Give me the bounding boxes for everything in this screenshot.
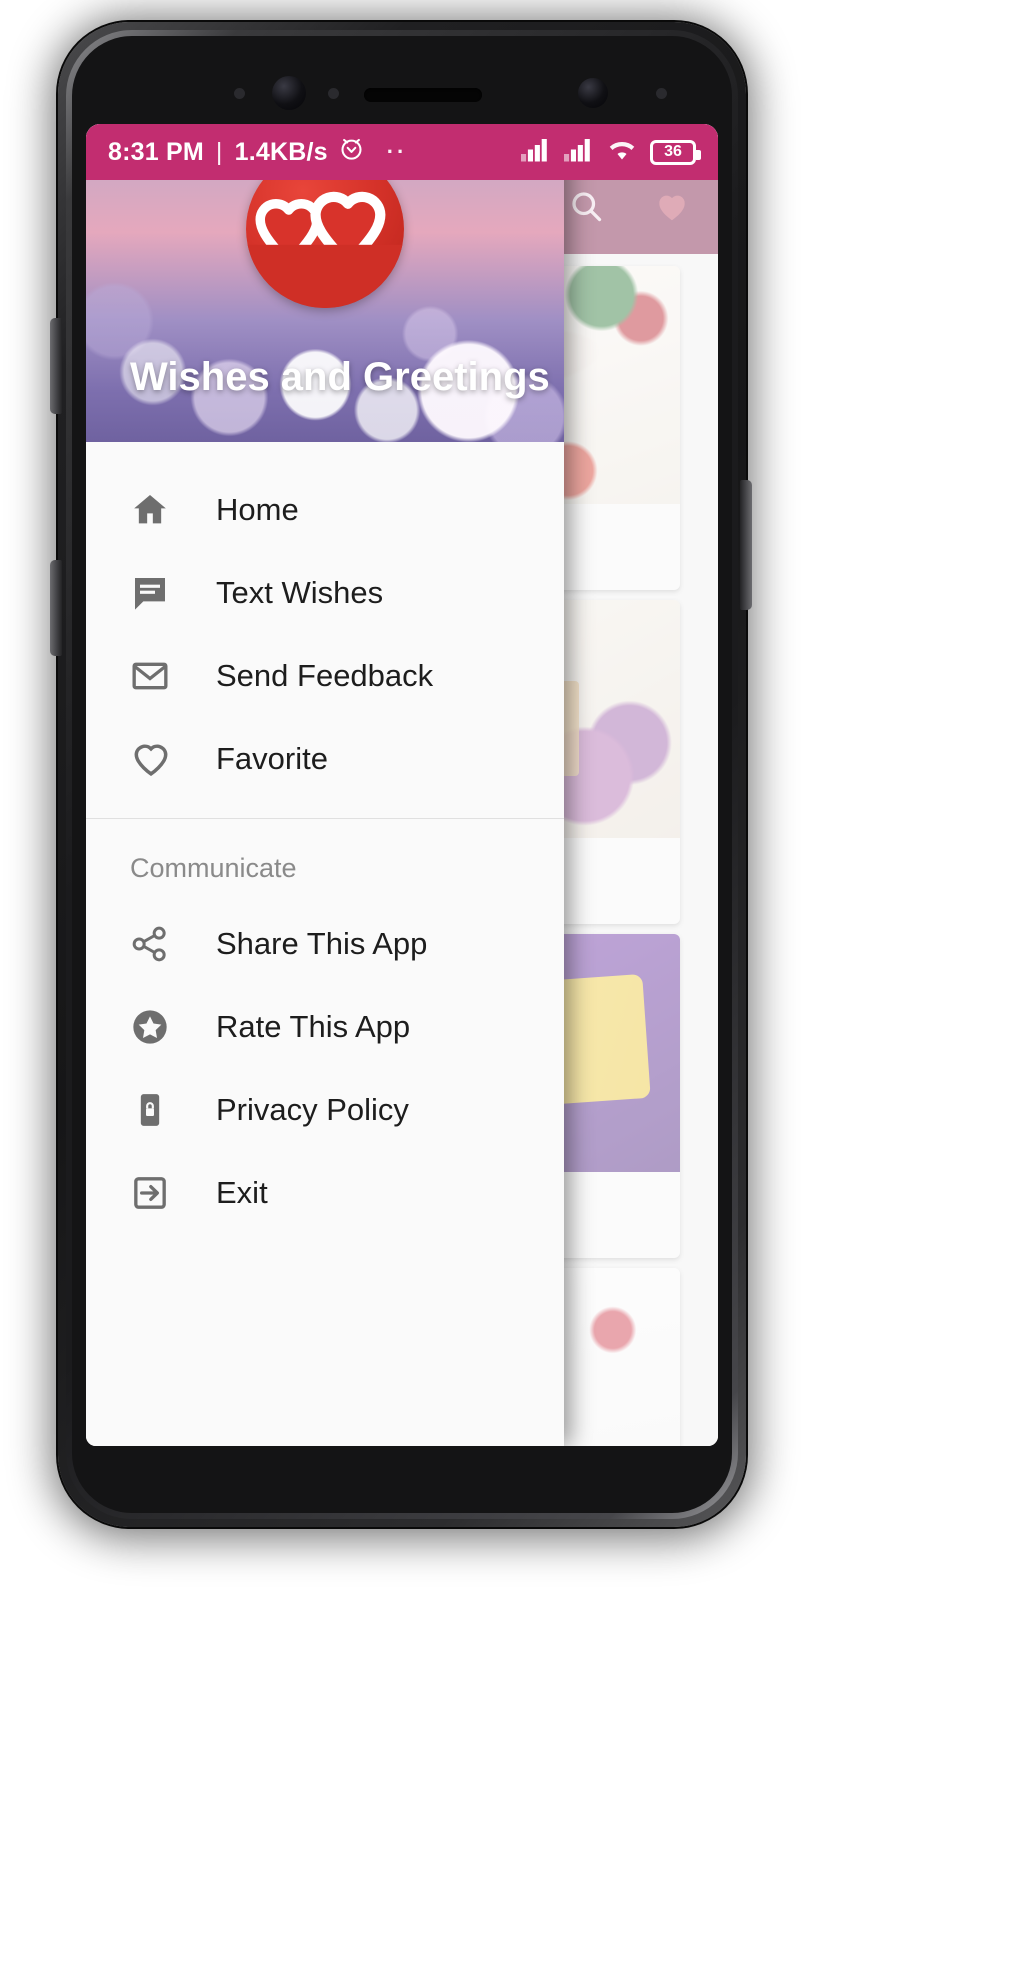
proximity-sensor-icon [234, 88, 245, 99]
share-nodes-icon [130, 924, 176, 964]
menu-section-label: Communicate [130, 853, 297, 883]
drawer-menu: Home Text Wishes Send Feedback Favorite … [86, 442, 564, 1446]
envelope-icon [130, 656, 176, 696]
ir-sensor-icon [656, 88, 667, 99]
status-bar-left: 8:31 PM | 1.4KB/s ·· [108, 135, 407, 169]
earpiece-speaker [364, 88, 482, 102]
menu-item-share-this-app[interactable]: Share This App [86, 902, 564, 985]
signal-bars-icon [564, 137, 594, 167]
status-separator: | [215, 137, 223, 166]
power-button[interactable] [740, 480, 752, 610]
menu-item-label: Rate This App [216, 1008, 411, 1044]
menu-item-label: Text Wishes [216, 574, 384, 610]
menu-item-send-feedback[interactable]: Send Feedback [86, 634, 564, 717]
menu-item-exit[interactable]: Exit [86, 1151, 564, 1234]
home-icon [130, 490, 176, 530]
phone-lock-icon [130, 1090, 176, 1130]
exit-arrow-icon [130, 1173, 176, 1213]
phone-screen: Christmas Morning Holi tines Day [86, 124, 718, 1446]
secondary-camera-icon [578, 78, 608, 108]
heart-outline-icon [130, 738, 176, 780]
star-circle-icon [130, 1007, 176, 1047]
menu-item-label: Share This App [216, 925, 428, 961]
screenshot-root: Christmas Morning Holi tines Day [0, 0, 1020, 1968]
menu-item-label: Favorite [216, 740, 328, 776]
battery-level: 36 [664, 143, 682, 160]
status-time: 8:31 PM [108, 137, 204, 166]
menu-item-label: Send Feedback [216, 657, 434, 693]
menu-item-privacy-policy[interactable]: Privacy Policy [86, 1068, 564, 1151]
status-bar-right: 36 [521, 137, 701, 167]
menu-item-label: Exit [216, 1174, 268, 1210]
menu-item-favorite[interactable]: Favorite [86, 717, 564, 800]
menu-item-rate-this-app[interactable]: Rate This App [86, 985, 564, 1068]
status-network-speed: 1.4KB/s [234, 137, 328, 166]
battery-indicator: 36 [650, 139, 701, 165]
volume-down-button[interactable] [50, 560, 62, 656]
status-bar: 8:31 PM | 1.4KB/s ·· 36 [86, 124, 718, 180]
navigation-drawer: Wishes and Greetings Home Text Wishes Se… [86, 124, 564, 1446]
alarm-clock-icon [338, 135, 365, 169]
status-notification-dots: ·· [386, 139, 408, 164]
signal-bars-icon [521, 137, 551, 167]
menu-item-home[interactable]: Home [86, 468, 564, 551]
menu-item-text-wishes[interactable]: Text Wishes [86, 551, 564, 634]
wifi-icon [607, 137, 637, 167]
chat-bubble-icon [130, 573, 176, 613]
menu-item-label: Home [216, 491, 299, 527]
drawer-title: Wishes and Greetings [130, 355, 550, 399]
light-sensor-icon [328, 88, 339, 99]
front-camera-icon [272, 76, 306, 110]
menu-item-label: Privacy Policy [216, 1091, 409, 1127]
volume-up-button[interactable] [50, 318, 62, 414]
